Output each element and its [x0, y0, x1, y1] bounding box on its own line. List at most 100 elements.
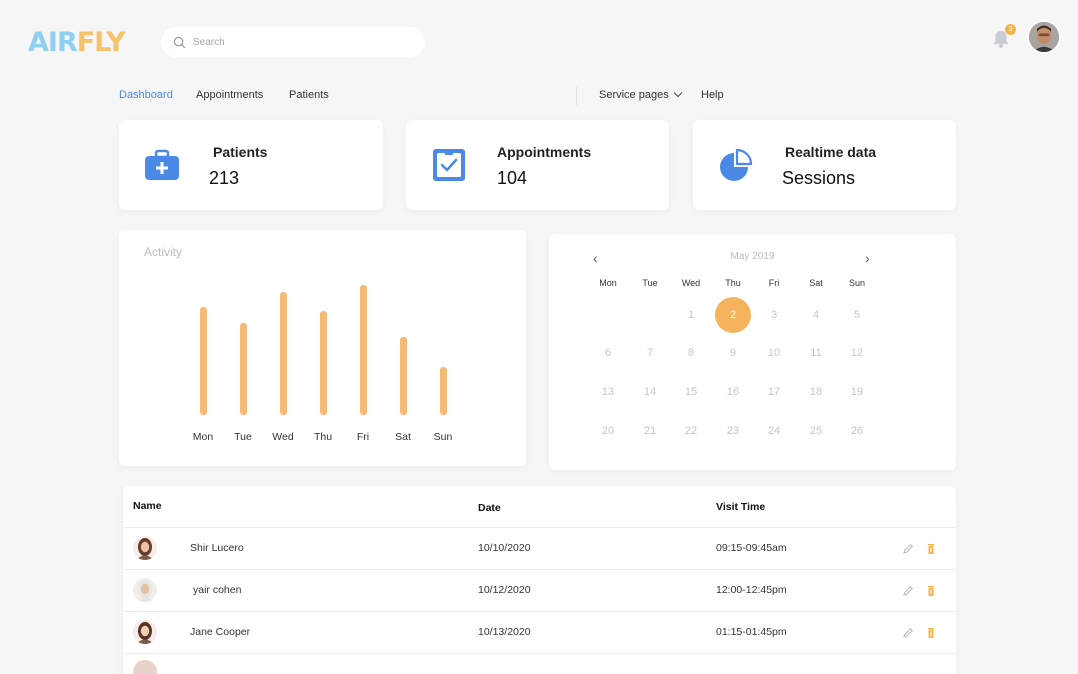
user-avatar[interactable]: [1027, 20, 1061, 54]
trash-icon[interactable]: [925, 584, 937, 596]
activity-bar: [359, 285, 367, 415]
stat-value: Sessions: [782, 168, 856, 188]
stat-title: Appointments: [497, 144, 592, 160]
airfly-logo[interactable]: AIRFLY: [28, 26, 132, 60]
user-avatar-image: [1029, 22, 1059, 52]
visit-date: 10/10/2020: [478, 542, 531, 554]
calendar-day[interactable]: 5: [842, 309, 872, 321]
calendar-day[interactable]: 13: [593, 386, 623, 398]
activity-bar: [319, 311, 327, 415]
activity-bar: [399, 337, 407, 415]
visit-time: 01:15-01:45pm: [716, 626, 787, 638]
search-input[interactable]: [193, 36, 393, 48]
avatar: [133, 536, 157, 560]
calendar-day[interactable]: 19: [842, 386, 872, 398]
activity-day-label: Tue: [234, 431, 252, 443]
calendar-weekday: Wed: [681, 278, 701, 288]
calendar-day[interactable]: 25: [801, 425, 831, 437]
edit-icon[interactable]: [902, 542, 914, 554]
activity-bar: [199, 307, 207, 415]
appointments-table: [123, 486, 956, 674]
calendar-day[interactable]: 16: [718, 386, 748, 398]
search-bar[interactable]: [161, 27, 425, 57]
column-header-visit-time[interactable]: Visit Time: [716, 501, 765, 513]
nav-dashboard[interactable]: Dashboard: [119, 89, 173, 101]
calendar-day[interactable]: 18: [801, 386, 831, 398]
calendar-weekday: Sat: [809, 278, 823, 288]
activity-chart-card: Activity Mon Tue Wed Thu Fri Sat Sun: [119, 230, 526, 466]
activity-bar: [439, 367, 447, 415]
chevron-down-icon: [673, 88, 682, 98]
stat-card-appointments[interactable]: Appointments 104: [406, 120, 669, 210]
search-icon: [173, 36, 186, 48]
calendar-card: ‹ May 2019 › Mon Tue Wed Thu Fri Sat Sun 1 2 3 4 5 6…: [549, 234, 956, 470]
edit-icon[interactable]: [902, 584, 914, 596]
visit-time: 09:15-09:45am: [716, 542, 787, 554]
calendar-day[interactable]: 23: [718, 425, 748, 437]
column-header-name[interactable]: Name: [133, 500, 162, 512]
activity-day-label: Wed: [272, 431, 294, 443]
calendar-day[interactable]: 12: [842, 347, 872, 359]
calendar-weekday: Mon: [599, 278, 617, 288]
calendar-weekday: Sun: [848, 278, 865, 288]
activity-day-label: Mon: [192, 431, 214, 443]
chevron-right-icon[interactable]: ›: [865, 250, 870, 266]
notification-badge: 3: [1005, 24, 1016, 35]
calendar-day[interactable]: 2: [718, 309, 748, 321]
calendar-day[interactable]: 24: [759, 425, 789, 437]
visit-date: 10/12/2020: [478, 584, 531, 596]
calendar-month: May 2019: [730, 251, 775, 262]
patient-name: Shir Lucero: [190, 542, 244, 554]
visit-time: 12:00-12:45pm: [716, 584, 787, 596]
calendar-weekday: Tue: [642, 278, 658, 288]
patient-name: yair cohen: [193, 584, 242, 596]
calendar-weekday: Fri: [768, 278, 780, 288]
nav-service-pages-label: Service pages: [599, 89, 669, 101]
calendar-day[interactable]: 8: [676, 347, 706, 359]
stat-title: Realtime data: [785, 144, 877, 160]
activity-day-label: Sun: [433, 431, 453, 443]
stat-card-realtime[interactable]: Realtime data Sessions: [693, 120, 956, 210]
nav-help[interactable]: Help: [701, 89, 724, 101]
stat-value: 213: [209, 168, 240, 188]
calendar-day[interactable]: 9: [718, 347, 748, 359]
avatar: [133, 620, 157, 644]
column-header-date[interactable]: Date: [478, 502, 501, 514]
calendar-day[interactable]: 7: [635, 347, 665, 359]
calendar-day[interactable]: 21: [635, 425, 665, 437]
calendar-day[interactable]: 3: [759, 309, 789, 321]
calendar-day[interactable]: 10: [759, 347, 789, 359]
calendar-day[interactable]: 26: [842, 425, 872, 437]
nav-appointments[interactable]: Appointments: [196, 89, 263, 101]
activity-day-label: Thu: [313, 431, 333, 443]
visit-date: 10/13/2020: [478, 626, 531, 638]
calendar-day[interactable]: 11: [801, 347, 831, 359]
calendar-day[interactable]: 4: [801, 309, 831, 321]
activity-day-label: Fri: [356, 431, 370, 443]
edit-icon[interactable]: [902, 626, 914, 638]
calendar-day[interactable]: 17: [759, 386, 789, 398]
logo-text-fly: FLY: [76, 27, 126, 58]
nav-service-pages[interactable]: Service pages: [599, 88, 682, 101]
row-divider: [123, 569, 956, 570]
calendar-weekday: Thu: [725, 278, 741, 288]
activity-bar: [279, 292, 287, 415]
activity-day-label: Sat: [395, 431, 411, 443]
calendar-day[interactable]: 22: [676, 425, 706, 437]
clipboard-check-icon: [433, 149, 465, 181]
stat-card-patients[interactable]: Patients 213: [119, 120, 383, 210]
stat-value: 104: [497, 168, 528, 188]
activity-title: Activity: [144, 245, 183, 259]
calendar-day[interactable]: 20: [593, 425, 623, 437]
trash-icon[interactable]: [925, 542, 937, 554]
nav-divider: [576, 87, 577, 105]
calendar-day[interactable]: 6: [593, 347, 623, 359]
trash-icon[interactable]: [925, 626, 937, 638]
row-divider: [123, 653, 956, 654]
calendar-day[interactable]: 14: [635, 386, 665, 398]
calendar-day[interactable]: 1: [676, 309, 706, 321]
nav-patients[interactable]: Patients: [289, 89, 329, 101]
activity-bar: [239, 323, 247, 415]
row-divider: [123, 527, 956, 528]
calendar-day[interactable]: 15: [676, 386, 706, 398]
